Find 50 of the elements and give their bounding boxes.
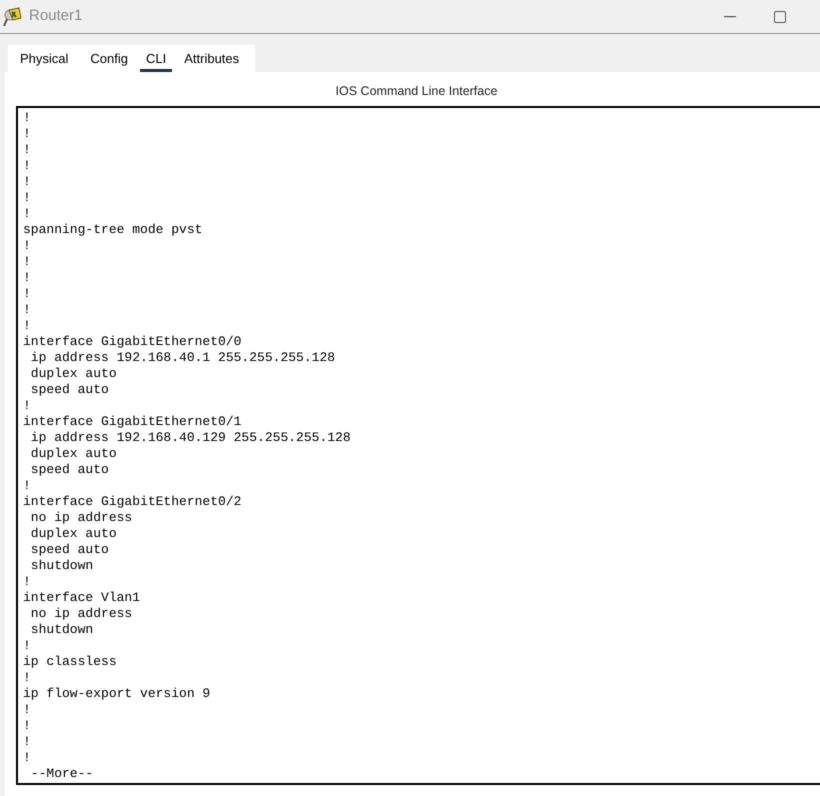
minimize-icon[interactable] (724, 16, 736, 18)
terminal-line: --More-- (30, 766, 94, 782)
terminal-line: ! (23, 574, 31, 590)
terminal-line: ! (23, 110, 31, 126)
terminal-line: ip address 192.168.40.1 255.255.255.128 (30, 350, 336, 366)
terminal-line: interface GigabitEthernet0/1 (23, 414, 242, 430)
tab[interactable]: Attributes (178, 45, 246, 72)
terminal-line: ! (23, 670, 31, 686)
terminal-line: ! (23, 638, 31, 654)
terminal-line: ! (23, 158, 31, 174)
terminal-line: ! (23, 254, 31, 270)
tab[interactable]: Physical (14, 45, 74, 72)
terminal-line: shutdown (30, 622, 94, 638)
terminal-line: duplex auto (30, 366, 117, 382)
terminal-line: ! (23, 270, 31, 286)
terminal-line: speed auto (30, 542, 109, 558)
terminal-line: speed auto (30, 382, 109, 398)
terminal-line: duplex auto (30, 526, 117, 542)
terminal-line: ip address 192.168.40.129 255.255.255.128 (30, 430, 351, 446)
terminal-line: ! (23, 318, 31, 334)
terminal-line: ! (23, 702, 31, 718)
terminal-line: ! (23, 750, 31, 766)
terminal-line: interface Vlan1 (23, 590, 140, 606)
terminal-line: ! (23, 190, 31, 206)
terminal-line: ! (23, 174, 31, 190)
terminal-line: spanning-tree mode pvst (23, 222, 202, 238)
terminal-line: ! (23, 478, 31, 494)
terminal-console[interactable] (16, 106, 820, 785)
terminal-line: ! (23, 126, 31, 142)
terminal-line: ! (23, 398, 31, 414)
panel-heading: IOS Command Line Interface (334, 83, 498, 100)
terminal-line: ! (23, 734, 31, 750)
terminal-line: duplex auto (30, 446, 117, 462)
terminal-line: shutdown (30, 558, 94, 574)
terminal-line: ! (23, 238, 31, 254)
terminal-line: no ip address (30, 606, 132, 622)
terminal-line: ! (23, 718, 31, 734)
terminal-line: ip flow-export version 9 (23, 686, 210, 702)
terminal-line: ! (23, 302, 31, 318)
terminal-line: ! (23, 206, 31, 222)
tab[interactable]: Config (84, 45, 134, 72)
terminal-line: ip classless (23, 654, 117, 670)
terminal-line: interface GigabitEthernet0/0 (23, 334, 242, 350)
maximize-icon[interactable] (774, 10, 786, 22)
terminal-line: ! (23, 142, 31, 158)
terminal-line: no ip address (30, 510, 132, 526)
terminal-line: ! (23, 286, 31, 302)
terminal-line: interface GigabitEthernet0/2 (23, 494, 242, 510)
terminal-line: speed auto (30, 462, 109, 478)
window-title: Router1 (29, 6, 82, 26)
